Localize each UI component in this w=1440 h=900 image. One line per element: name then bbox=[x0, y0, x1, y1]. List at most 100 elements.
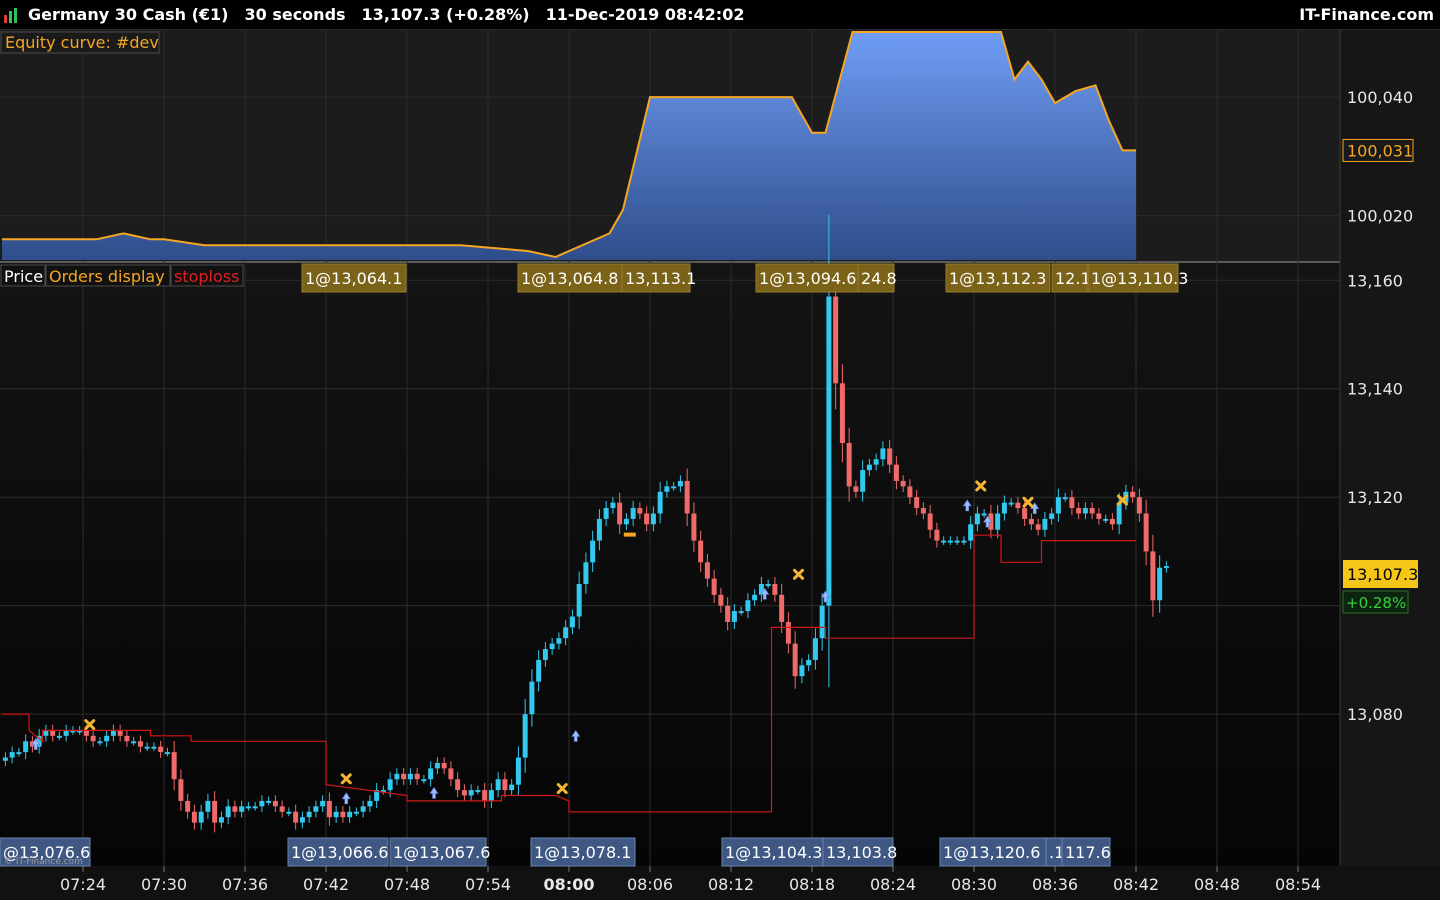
time-tick-label-9: 08:18 bbox=[789, 875, 835, 894]
candle-body-54 bbox=[367, 800, 373, 807]
change-value: +0.28% bbox=[1346, 594, 1406, 612]
candle-body-35 bbox=[239, 806, 245, 812]
time-tick-label-11: 08:30 bbox=[951, 875, 997, 894]
candle-body-147 bbox=[995, 513, 1001, 530]
candle-body-66 bbox=[448, 768, 454, 780]
brand-name: IT-Finance.com bbox=[1299, 5, 1434, 24]
candle-body-19 bbox=[131, 741, 137, 744]
equity-label: Equity curve: #dev bbox=[5, 33, 159, 52]
candle-body-37 bbox=[252, 806, 258, 809]
stoploss-tab[interactable]: stoploss bbox=[174, 267, 239, 286]
candle-body-45 bbox=[306, 811, 312, 818]
time-tick-label-14: 08:48 bbox=[1194, 875, 1240, 894]
candle-body-162 bbox=[1096, 513, 1102, 519]
candle-body-119 bbox=[806, 659, 812, 666]
time-tick-label-1: 07:30 bbox=[141, 875, 187, 894]
candle-body-124 bbox=[839, 383, 845, 443]
candle-body-36 bbox=[245, 806, 251, 809]
candle-body-76 bbox=[515, 757, 521, 785]
candle-body-151 bbox=[1022, 508, 1028, 519]
candle-body-163 bbox=[1103, 518, 1109, 521]
datetime: 11-Dec-2019 08:42:02 bbox=[545, 5, 745, 24]
order-label-bottom-2: 1@13,067.6 bbox=[393, 843, 490, 862]
candle-body-41 bbox=[279, 806, 285, 812]
candle-body-61 bbox=[414, 773, 420, 780]
short-dash-icon-0 bbox=[623, 532, 636, 537]
candle-body-129 bbox=[873, 459, 879, 465]
candle-body-0 bbox=[2, 757, 8, 761]
equity-tick-label-0: 100,020 bbox=[1347, 207, 1413, 226]
candle-body-80 bbox=[542, 649, 548, 660]
candle-body-71 bbox=[482, 790, 488, 801]
timeframe: 30 seconds bbox=[244, 5, 346, 24]
candle-body-13 bbox=[90, 735, 96, 742]
candle-body-93 bbox=[630, 508, 636, 519]
candle-body-68 bbox=[461, 790, 467, 796]
candle-body-48 bbox=[326, 800, 332, 818]
candle-body-40 bbox=[272, 800, 278, 807]
candle-body-70 bbox=[475, 790, 481, 793]
candle-body-107 bbox=[725, 605, 731, 622]
candle-body-57 bbox=[387, 779, 393, 791]
candle-body-141 bbox=[954, 540, 960, 543]
price-panel bbox=[0, 263, 1340, 866]
candle-body-130 bbox=[880, 448, 886, 460]
order-label-bottom-1: 1@13,066.6 bbox=[291, 843, 388, 862]
candle-body-49 bbox=[333, 811, 339, 818]
candle-body-137 bbox=[927, 513, 933, 530]
candle-body-133 bbox=[900, 480, 906, 487]
candle-body-102 bbox=[691, 513, 697, 541]
candle-body-97 bbox=[657, 491, 663, 514]
candle-body-160 bbox=[1082, 508, 1088, 514]
time-tick-label-6: 08:00 bbox=[544, 875, 595, 894]
order-label-top-0: 1@13,064.1 bbox=[305, 269, 402, 288]
last-price-value: 13,107.3 bbox=[1347, 565, 1418, 584]
candle-body-131 bbox=[887, 448, 893, 465]
order-label-top-5: 1@13,112.3 bbox=[949, 269, 1046, 288]
candle-body-73 bbox=[495, 779, 501, 791]
candle-body-134 bbox=[907, 486, 913, 498]
candle-body-17 bbox=[117, 730, 123, 736]
candle-body-143 bbox=[968, 524, 974, 541]
candle-body-171 bbox=[1157, 567, 1163, 601]
candle-body-148 bbox=[1001, 502, 1007, 514]
candle-body-108 bbox=[731, 611, 737, 622]
orders-display-tab[interactable]: Orders display bbox=[49, 267, 165, 286]
candle-body-42 bbox=[286, 811, 292, 814]
price-tick-label-0: 13,080 bbox=[1347, 705, 1403, 724]
candle-body-47 bbox=[320, 800, 326, 807]
equity-last-value: 100,031 bbox=[1347, 141, 1413, 160]
candle-body-167 bbox=[1130, 491, 1136, 498]
candle-body-74 bbox=[502, 779, 508, 791]
price-tab[interactable]: Price bbox=[4, 267, 43, 286]
candle-body-28 bbox=[191, 811, 197, 823]
candle-body-26 bbox=[178, 779, 184, 801]
last-quote: 13,107.3 (+0.28%) bbox=[361, 5, 530, 24]
candle-body-155 bbox=[1049, 513, 1055, 519]
candle-body-81 bbox=[549, 643, 555, 650]
price-tick-label-4: 13,160 bbox=[1347, 271, 1403, 290]
candle-body-20 bbox=[137, 741, 143, 747]
candle-body-64 bbox=[434, 762, 440, 769]
candle-body-120 bbox=[812, 638, 818, 660]
candle-body-126 bbox=[853, 486, 859, 492]
candle-body-132 bbox=[893, 464, 899, 481]
candle-body-135 bbox=[914, 497, 920, 509]
candle-body-172 bbox=[1163, 566, 1169, 569]
candle-body-127 bbox=[860, 470, 866, 492]
order-label-top-4: 24.8 bbox=[861, 269, 897, 288]
candle-body-154 bbox=[1042, 518, 1048, 530]
time-tick-label-15: 08:54 bbox=[1275, 875, 1321, 894]
candle-body-83 bbox=[563, 627, 569, 639]
candle-body-117 bbox=[792, 643, 798, 677]
candle-body-6 bbox=[43, 730, 49, 736]
candle-body-136 bbox=[920, 508, 926, 514]
candle-body-62 bbox=[421, 779, 427, 782]
candle-body-149 bbox=[1008, 502, 1014, 505]
chart-area: 1@13,064.1 1@13,064.8 13,113.1 1@13,094.6 24… bbox=[0, 30, 1440, 900]
time-tick-label-5: 07:54 bbox=[465, 875, 511, 894]
instrument-name: Germany 30 Cash (€1) bbox=[28, 5, 229, 24]
candle-body-140 bbox=[947, 540, 953, 543]
time-tick-label-4: 07:48 bbox=[384, 875, 430, 894]
candle-body-88 bbox=[596, 518, 602, 541]
